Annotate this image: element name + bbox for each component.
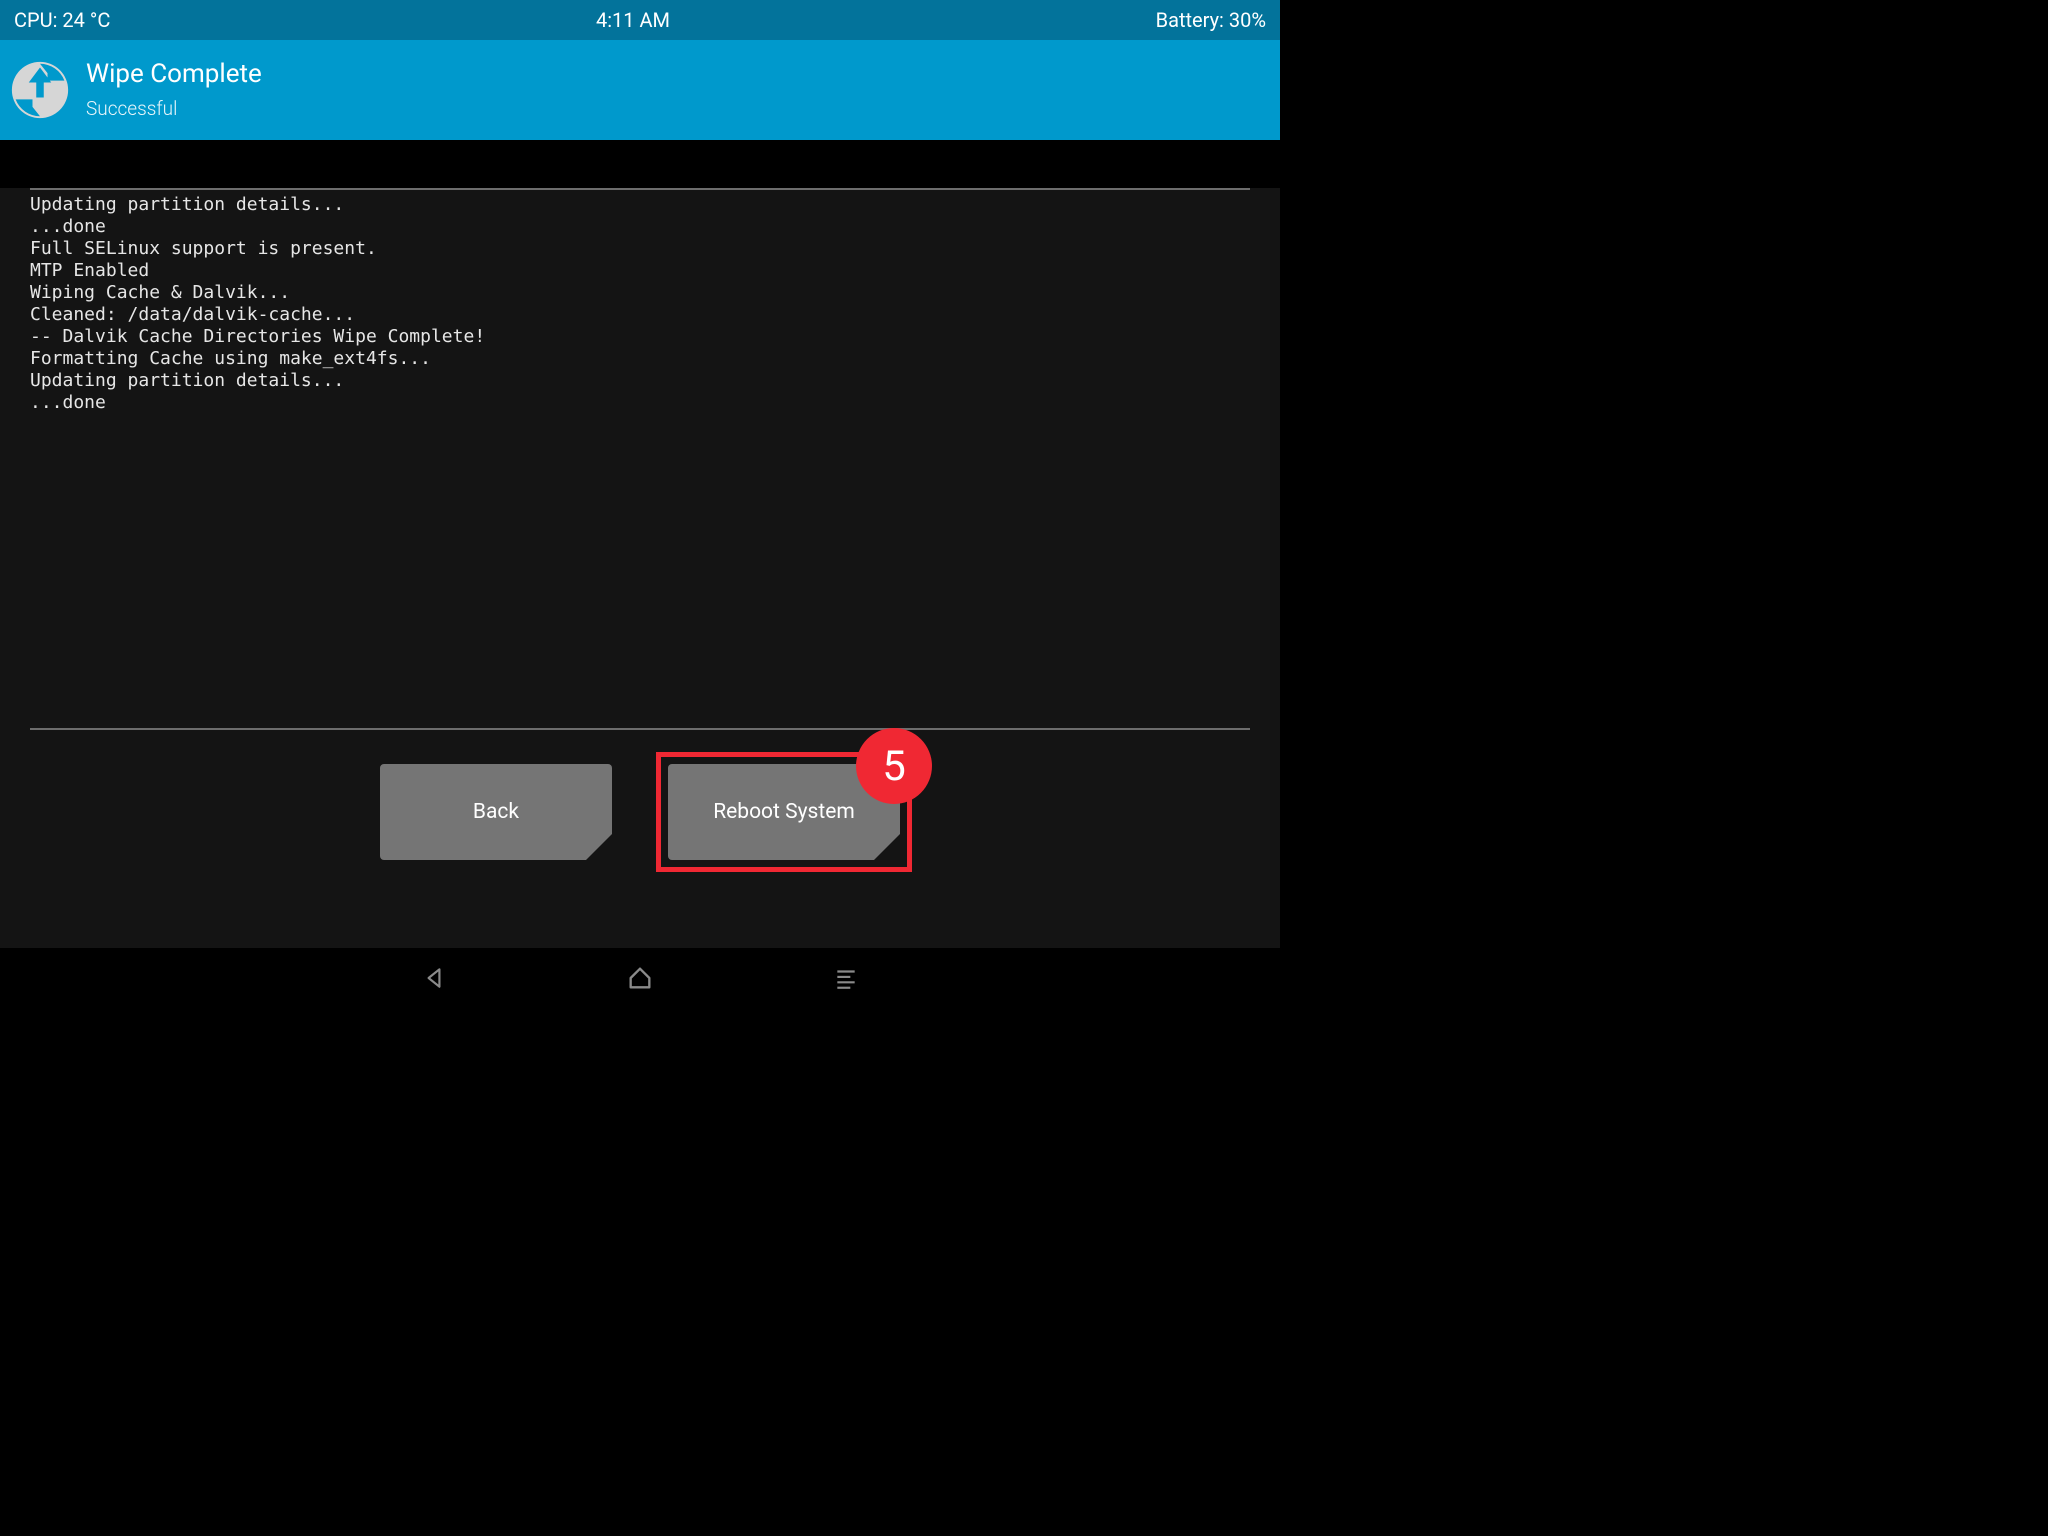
console-log: Updating partition details... ...done Fu… xyxy=(30,190,1250,414)
nav-home-icon[interactable] xyxy=(625,963,655,993)
nav-menu-icon[interactable] xyxy=(831,963,861,993)
main-panel: Updating partition details... ...done Fu… xyxy=(0,188,1280,948)
page-header: Wipe Complete Successful xyxy=(0,40,1280,140)
twrp-logo-icon xyxy=(10,60,70,120)
cpu-temp: CPU: 24 °C xyxy=(14,8,110,32)
clock: 4:11 AM xyxy=(596,8,670,32)
page-subtitle: Successful xyxy=(86,97,262,120)
battery-level: Battery: 30% xyxy=(1156,8,1266,32)
status-bar: CPU: 24 °C 4:11 AM Battery: 30% xyxy=(0,0,1280,40)
back-button[interactable]: Back xyxy=(380,764,612,860)
nav-bar xyxy=(0,948,1280,1008)
nav-back-icon[interactable] xyxy=(419,963,449,993)
annotation-step-badge: 5 xyxy=(856,728,932,804)
page-title: Wipe Complete xyxy=(86,60,262,89)
